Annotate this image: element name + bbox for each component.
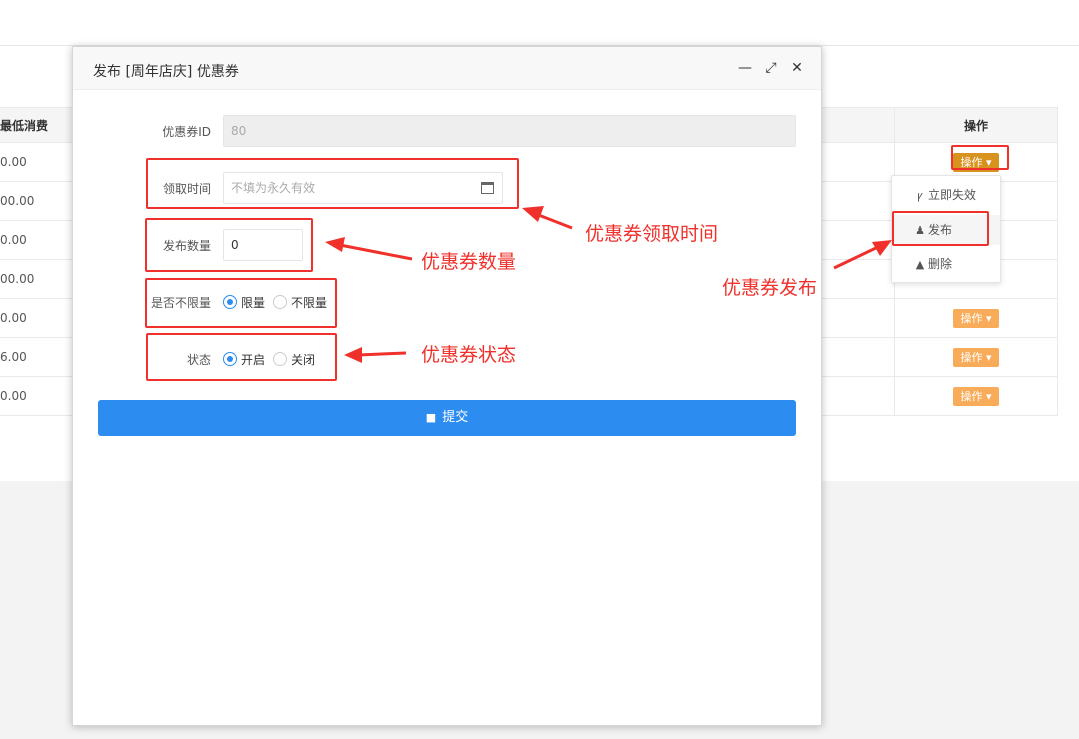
annotation-box-quantity [145, 218, 313, 272]
publish-coupon-dialog: 发布 [周年店庆] 优惠券 — ⤢ ✕ 优惠券ID 80 领取时间 不填为永久有… [72, 46, 822, 726]
dialog-header: 发布 [周年店庆] 优惠券 — ⤢ ✕ [73, 47, 821, 90]
menu-item-invalidate[interactable]: ꝩ 立即失效 [892, 180, 1000, 210]
annotation-publish: 优惠券发布 [722, 277, 818, 299]
briefcase-icon: ■ [425, 411, 437, 424]
column-header-actions: 操作 [894, 107, 1058, 143]
column-header-min-spend: 最低消费 [0, 107, 72, 143]
top-bar [0, 0, 1079, 46]
warning-icon: ▲ [915, 258, 925, 271]
annotation-box-op-button [951, 145, 1009, 170]
annotation-box-status [146, 333, 337, 381]
min-spend-cell: 00.00 [0, 259, 72, 299]
yelp-icon: ꝩ [917, 189, 923, 202]
menu-item-delete[interactable]: ▲ 删除 [892, 249, 1000, 279]
annotation-box-claim-time [146, 158, 519, 209]
action-dropdown-button[interactable]: 操作 ▾ [953, 347, 1000, 367]
annotation-box-publish [892, 211, 989, 246]
action-dropdown-button[interactable]: 操作 ▾ [953, 386, 1000, 406]
close-icon[interactable]: ✕ [789, 60, 805, 76]
annotation-quantity: 优惠券数量 [421, 251, 517, 273]
maximize-icon[interactable]: ⤢ [763, 60, 779, 76]
annotation-claim-time: 优惠券领取时间 [585, 223, 719, 245]
coupon-id-field: 80 [223, 115, 796, 147]
annotation-status: 优惠券状态 [421, 344, 517, 366]
annotation-box-limit [145, 278, 337, 328]
dialog-title: 发布 [周年店庆] 优惠券 [93, 64, 239, 80]
min-spend-cell: 0.00 [0, 376, 72, 416]
min-spend-cell: 0.00 [0, 142, 72, 182]
minimize-icon[interactable]: — [737, 60, 753, 76]
min-spend-cell: 0.00 [0, 220, 72, 260]
min-spend-cell: 6.00 [0, 337, 72, 377]
min-spend-cell: 00.00 [0, 181, 72, 221]
submit-button[interactable]: ■ 提交 [98, 400, 796, 436]
action-dropdown-button[interactable]: 操作 ▾ [953, 308, 1000, 328]
coupon-id-label: 优惠券ID [162, 125, 211, 139]
min-spend-cell: 0.00 [0, 298, 72, 338]
